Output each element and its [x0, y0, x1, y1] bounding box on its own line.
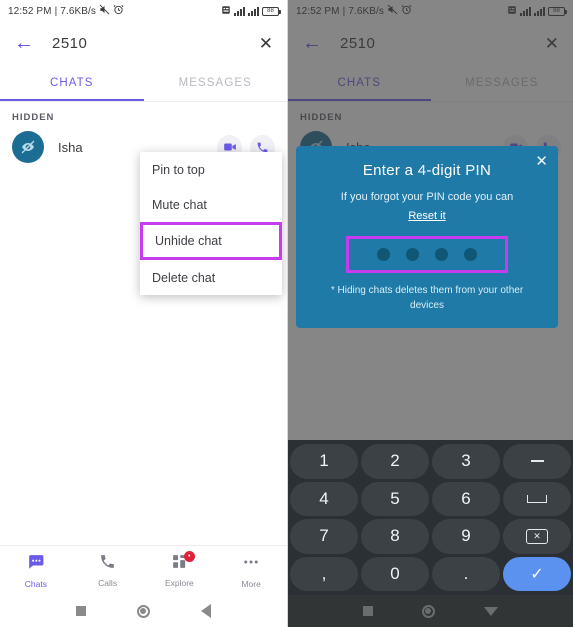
left-phone-panel: 12:52 PM | 7.6KB/s 88 ← 2510 ✕ CHATS MES…: [0, 0, 287, 627]
avatar[interactable]: [12, 131, 44, 163]
key-backspace[interactable]: ✕: [503, 519, 571, 554]
dialog-note: * Hiding chats deletes them from your ot…: [330, 284, 524, 312]
key-space[interactable]: [503, 481, 571, 516]
close-icon[interactable]: ✕: [535, 152, 548, 170]
status-bar-right: 88: [221, 5, 281, 18]
eye-slash-icon: [21, 140, 35, 154]
section-header-hidden: HIDDEN: [12, 112, 55, 123]
nav-label-more: More: [241, 578, 261, 589]
phone-icon: [99, 553, 116, 575]
pin-dot: [377, 247, 390, 261]
pin-dot: [464, 247, 477, 261]
key-period[interactable]: .: [432, 556, 500, 591]
dialog-subtitle: If you forgot your PIN code you can: [340, 191, 514, 203]
status-badge: •: [183, 551, 195, 562]
more-dots-icon: [242, 553, 260, 576]
key-9[interactable]: 9: [432, 519, 500, 554]
menu-item-pin-to-top[interactable]: Pin to top: [140, 152, 282, 187]
keypad-row: 7 8 9 ✕: [290, 519, 571, 554]
key-2[interactable]: 2: [361, 444, 429, 479]
key-1[interactable]: 1: [290, 444, 358, 479]
pin-input[interactable]: [346, 235, 508, 273]
status-bar: 12:52 PM | 7.6KB/s 88: [0, 0, 287, 22]
key-enter[interactable]: ✓: [503, 556, 571, 591]
tab-active-indicator: [0, 99, 144, 101]
backspace-icon: ✕: [526, 528, 548, 544]
nav-label-explore: Explore: [164, 578, 194, 588]
key-dash[interactable]: [503, 444, 571, 479]
back-arrow-icon[interactable]: ←: [14, 33, 34, 53]
keypad-row: 4 5 6: [290, 481, 571, 516]
pin-dialog: ✕ Enter a 4-digit PIN If you forgot your…: [296, 146, 558, 328]
status-bar-left: 12:52 PM | 7.6KB/s: [8, 4, 124, 18]
dash-icon: [530, 460, 544, 463]
numeric-keypad: 1 2 3 4 5 6 7 8 9 ✕ , 0 . ✓: [288, 440, 573, 595]
alarm-icon: [113, 4, 124, 18]
nav-item-chats[interactable]: Chats: [0, 546, 72, 595]
screenshot-stage: 12:52 PM | 7.6KB/s 88 ← 2510 ✕ CHATS MES…: [0, 0, 573, 627]
check-icon: ✓: [530, 565, 544, 583]
circle-icon[interactable]: [136, 604, 150, 618]
app-bar: ← 2510 ✕: [0, 22, 287, 64]
tab-bar: CHATS MESSAGES: [0, 64, 287, 102]
battery-icon: 88: [262, 6, 281, 16]
key-6[interactable]: 6: [432, 481, 500, 516]
tab-messages[interactable]: MESSAGES: [144, 64, 288, 101]
mute-icon: [99, 4, 110, 18]
key-5[interactable]: 5: [361, 481, 429, 516]
status-time: 12:52 PM: [8, 5, 52, 17]
menu-item-unhide-chat[interactable]: Unhide chat: [140, 222, 282, 260]
nav-item-more[interactable]: More: [215, 546, 287, 595]
menu-item-delete-chat[interactable]: Delete chat: [140, 260, 282, 295]
bottom-navigation: Chats Calls • Explore More: [0, 545, 287, 595]
status-separator: |: [54, 5, 58, 17]
search-input[interactable]: 2510: [52, 35, 241, 52]
tab-chats[interactable]: CHATS: [0, 64, 144, 101]
keypad-row: 1 2 3: [290, 444, 571, 479]
nav-label-chats: Chats: [24, 579, 47, 589]
context-menu: Pin to top Mute chat Unhide chat Delete …: [140, 152, 282, 295]
key-0[interactable]: 0: [361, 556, 429, 591]
pin-dot: [406, 247, 419, 261]
key-4[interactable]: 4: [290, 481, 358, 516]
signal-bars-icon: [248, 6, 259, 16]
status-network-speed: 7.6KB/s: [60, 5, 97, 17]
system-navigation-bar: [0, 595, 287, 627]
nav-item-explore[interactable]: • Explore: [144, 546, 216, 595]
nav-item-calls[interactable]: Calls: [72, 546, 144, 595]
right-phone-panel: 12:52 PM | 7.6KB/s 88 ← 251: [287, 0, 573, 627]
key-3[interactable]: 3: [432, 444, 500, 479]
menu-item-mute-chat[interactable]: Mute chat: [140, 187, 282, 222]
reset-pin-link[interactable]: Reset it: [408, 210, 445, 222]
space-bar-icon: [527, 494, 547, 503]
signal-bars-icon: [234, 6, 245, 16]
key-7[interactable]: 7: [290, 519, 358, 554]
triangle-back-icon[interactable]: [201, 604, 212, 618]
keypad-row: , 0 . ✓: [290, 556, 571, 591]
nav-label-calls: Calls: [98, 578, 118, 588]
dialog-title: Enter a 4-digit PIN: [362, 162, 492, 179]
key-comma[interactable]: ,: [290, 556, 358, 591]
chat-bubble-icon: [26, 552, 45, 576]
battery-level: 88: [267, 8, 274, 14]
key-8[interactable]: 8: [361, 519, 429, 554]
sim-card-icon: [221, 5, 231, 18]
close-icon[interactable]: ✕: [259, 35, 273, 52]
square-icon[interactable]: [75, 606, 86, 616]
pin-dot: [435, 247, 448, 261]
badge-count: •: [187, 553, 191, 560]
